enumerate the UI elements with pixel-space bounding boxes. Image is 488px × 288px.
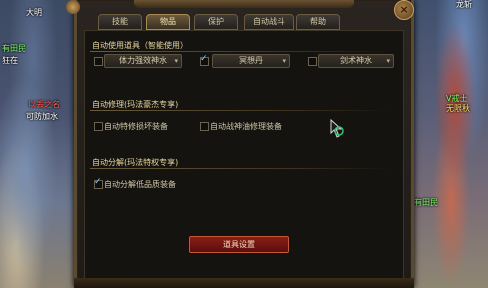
checkmark-icon: ✓ [94, 177, 102, 187]
tab-protection[interactable]: 保护 [194, 14, 238, 30]
checkbox-stamina-potion[interactable] [94, 57, 103, 66]
chevron-down-icon: ▾ [174, 57, 178, 65]
game-background-left: 大明 有田民 狂在 以丢之名 可防加水 [0, 0, 82, 288]
dropdown-value: 冥想丹 [239, 56, 263, 65]
dropdown-value: 体力强效神水 [119, 56, 167, 65]
auto-repair-title: 自动修理(玛法豪杰专享) [92, 100, 179, 109]
checkbox-war-oil-repair[interactable] [200, 122, 209, 131]
player-name-label: 无限秋 [446, 104, 470, 113]
game-background-right: 龙斩 V戒士 无限秋 有田民 [406, 0, 488, 288]
section-divider [90, 168, 390, 169]
item-settings-button[interactable]: 道具设置 [189, 236, 289, 253]
close-button[interactable]: × [394, 0, 414, 20]
cursor-icon [330, 119, 344, 138]
tab-help[interactable]: 帮助 [296, 14, 340, 30]
player-name-label: 有田民 [2, 44, 26, 53]
dropdown-stamina-potion[interactable]: 体力强效神水 ▾ [104, 54, 182, 68]
section-divider [90, 110, 390, 111]
close-icon: × [399, 3, 409, 16]
war-oil-repair-label: 自动战神油修理装备 [210, 122, 282, 131]
player-name-label: 大明 [26, 8, 42, 17]
dropdown-value: 剑术神水 [340, 56, 372, 65]
chevron-down-icon: ▾ [386, 57, 390, 65]
panel-ornament [66, 0, 80, 14]
checkmark-icon: ✓ [200, 54, 208, 64]
dropdown-meditation-pill[interactable]: 冥想丹 ▾ [212, 54, 290, 68]
dropdown-sword-potion[interactable]: 剑术神水 ▾ [318, 54, 394, 68]
player-name-label: 以丢之名 [28, 100, 60, 109]
player-name-label: 龙斩 [456, 0, 472, 9]
auto-item-title: 自动使用道具（智能使用） [92, 41, 188, 50]
auto-decompose-title: 自动分解(玛法特权专享) [92, 158, 179, 167]
section-divider [90, 51, 390, 52]
special-repair-label: 自动特修损坏装备 [104, 122, 168, 131]
player-name-label: 有田民 [414, 198, 438, 207]
chevron-down-icon: ▾ [282, 57, 286, 65]
checkbox-sword-potion[interactable] [308, 57, 317, 66]
panel-bottom-frame [74, 278, 414, 288]
player-name-label: 可防加水 [26, 112, 58, 121]
decompose-low-quality-label: 自动分解低品质装备 [104, 180, 176, 189]
tab-skills[interactable]: 技能 [98, 14, 142, 30]
panel-title-bar [134, 0, 354, 8]
player-name-label: V戒士 [446, 94, 468, 103]
tab-auto-battle[interactable]: 自动战斗 [244, 14, 294, 30]
checkbox-special-repair[interactable] [94, 122, 103, 131]
player-name-label: 狂在 [2, 56, 18, 65]
tab-items[interactable]: 物品 [146, 14, 190, 30]
